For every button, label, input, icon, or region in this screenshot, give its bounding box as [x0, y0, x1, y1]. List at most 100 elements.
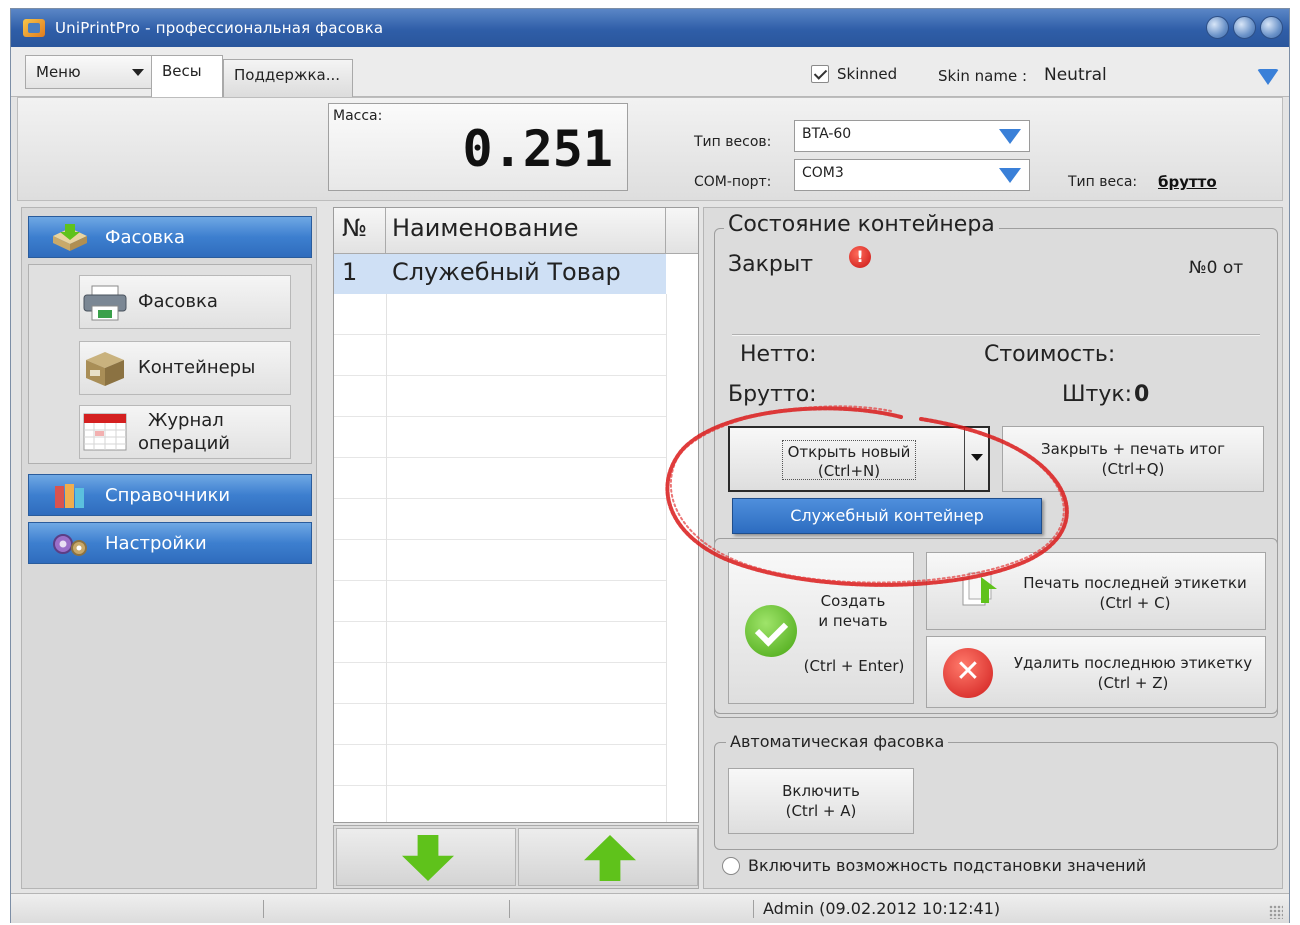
- sidebar-item-label: Контейнеры: [138, 357, 256, 379]
- skinned-label: Skinned: [837, 65, 898, 83]
- tab-support[interactable]: Поддержка...: [223, 59, 353, 97]
- skin-name-label: Skin name :: [938, 67, 1028, 85]
- mass-display: Масса: 0.251: [328, 103, 628, 191]
- divider: [732, 334, 1260, 336]
- skin-name-value: Neutral: [1044, 65, 1107, 85]
- tab-scales[interactable]: Весы: [151, 55, 223, 97]
- books-icon: [55, 484, 84, 508]
- table-row[interactable]: 1 Служебный Товар: [334, 254, 666, 294]
- close-print-label: Закрыть + печать итог: [1041, 440, 1225, 458]
- box-arrow-icon: [53, 224, 87, 251]
- scale-type-label: Тип весов:: [694, 134, 772, 150]
- weight-type-link[interactable]: брутто: [1158, 173, 1217, 191]
- sidebar-item-journal[interactable]: Журнал операций: [79, 405, 291, 459]
- app-logo-icon: [23, 19, 45, 37]
- warning-icon: !: [849, 246, 871, 268]
- window-title: UniPrintPro - профессиональная фасовка: [55, 19, 384, 37]
- app-window: UniPrintPro - профессиональная фасовка М…: [10, 8, 1290, 923]
- gross-label: Брутто:: [728, 382, 817, 407]
- skinned-checkbox[interactable]: [811, 65, 829, 83]
- journal-label-line1: Журнал: [148, 409, 224, 431]
- dropdown-arrow-icon: [999, 168, 1021, 183]
- dropdown-option-service-container[interactable]: Служебный контейнер: [732, 498, 1042, 534]
- open-new-focus: Открыть новый (Ctrl+N): [782, 440, 916, 480]
- sidebar-section-references[interactable]: Справочники: [28, 474, 312, 516]
- mass-label: Масса:: [333, 108, 383, 124]
- sidebar-item-packing[interactable]: Фасовка: [79, 275, 291, 329]
- scale-type-select[interactable]: BTA-60: [794, 120, 1030, 152]
- menu-dropdown[interactable]: Меню: [25, 55, 155, 89]
- sidebar-section-packing[interactable]: Фасовка: [28, 216, 312, 258]
- row-move-bar: [333, 825, 699, 889]
- create-print-hotkey: (Ctrl + Enter): [803, 657, 905, 675]
- open-new-label: Открыть новый: [787, 443, 911, 461]
- container-state-title: Состояние контейнера: [724, 212, 999, 237]
- cost-label: Стоимость:: [984, 342, 1116, 367]
- sidebar-section-label: Справочники: [105, 484, 231, 506]
- delete-last-label-button[interactable]: ✕ Удалить последнюю этикетку (Ctrl + Z): [926, 636, 1266, 708]
- sidebar-section-label: Фасовка: [105, 226, 185, 248]
- create-print-line1: Создать: [820, 592, 886, 610]
- enable-label: Включить: [782, 782, 860, 800]
- status-bar: Admin (09.02.2012 10:12:41): [11, 893, 1289, 923]
- delete-last-label: Удалить последнюю этикетку: [1013, 654, 1253, 672]
- com-port-label: COM-порт:: [694, 174, 772, 190]
- delete-x-icon: ✕: [943, 648, 993, 698]
- journal-label-line2: операций: [138, 433, 230, 454]
- table-header: № Наименование: [334, 208, 698, 254]
- create-print-text: Создать и печать: [803, 591, 903, 632]
- enable-hotkey: (Ctrl + A): [785, 802, 857, 821]
- title-bar: UniPrintPro - профессиональная фасовка: [11, 9, 1289, 47]
- container-box-icon: [86, 352, 124, 386]
- print-last-text: Печать последней этикетки (Ctrl + C): [1007, 573, 1263, 614]
- create-print-line2: и печать: [818, 612, 888, 631]
- skin-dropdown-icon[interactable]: [1257, 69, 1279, 85]
- print-last-hotkey: (Ctrl + C): [1099, 594, 1171, 613]
- maximize-button[interactable]: [1233, 16, 1256, 39]
- window-controls: [1206, 16, 1283, 39]
- product-table: № Наименование 1 Служебный Товар: [333, 207, 699, 823]
- create-and-print-button[interactable]: Создать и печать (Ctrl + Enter): [728, 552, 914, 704]
- sidebar-item-label: Фасовка: [138, 291, 218, 313]
- substitution-checkbox[interactable]: [722, 856, 740, 875]
- calendar-icon: [83, 413, 127, 451]
- move-down-button[interactable]: [336, 828, 516, 886]
- table-empty-rows: [334, 294, 666, 822]
- scale-type-value: BTA-60: [802, 126, 852, 142]
- delete-last-hotkey: (Ctrl + Z): [1097, 674, 1169, 693]
- weight-type-label: Тип веса:: [1068, 174, 1138, 190]
- status-user-time: Admin (09.02.2012 10:12:41): [763, 899, 1001, 918]
- com-port-value: COM3: [802, 165, 844, 181]
- minimize-button[interactable]: [1206, 16, 1229, 39]
- print-last-label: Печать последней этикетки: [1023, 574, 1247, 592]
- tab-strip: Меню Весы Поддержка... Skinned Skin name…: [11, 47, 1289, 97]
- column-header-number[interactable]: №: [334, 208, 386, 254]
- resize-grip-icon[interactable]: [1269, 905, 1283, 919]
- menu-label: Меню: [36, 63, 81, 81]
- column-header-name[interactable]: Наименование: [386, 208, 666, 254]
- open-new-dropdown-toggle[interactable]: [964, 428, 988, 490]
- print-label-icon: [962, 572, 997, 606]
- sidebar-item-containers[interactable]: Контейнеры: [79, 341, 291, 395]
- table-divider: [666, 294, 667, 822]
- arrow-up-icon: [584, 835, 636, 881]
- skinned-toggle[interactable]: Skinned: [811, 65, 897, 83]
- row-name-cell: Служебный Товар: [392, 258, 621, 286]
- close-button[interactable]: [1260, 16, 1283, 39]
- substitution-option[interactable]: Включить возможность подстановки значени…: [722, 856, 1146, 875]
- sidebar-section-settings[interactable]: Настройки: [28, 522, 312, 564]
- move-up-button[interactable]: [518, 828, 698, 886]
- dropdown-arrow-icon: [999, 129, 1021, 144]
- sidebar-item-label: Журнал операций: [138, 409, 230, 456]
- printer-icon: [83, 285, 127, 321]
- com-port-select[interactable]: COM3: [794, 159, 1030, 191]
- header-panel: Масса: 0.251 Тип весов: BTA-60 COM-порт:…: [17, 97, 1283, 201]
- sidebar-section-label: Настройки: [105, 532, 207, 554]
- net-label: Нетто:: [740, 342, 817, 367]
- open-new-container-button[interactable]: Открыть новый (Ctrl+N): [728, 426, 990, 492]
- sidebar-subitems: Фасовка Контейнеры Журнал операций: [28, 264, 312, 464]
- print-last-label-button[interactable]: Печать последней этикетки (Ctrl + C): [926, 552, 1266, 630]
- enable-auto-packing-button[interactable]: Включить (Ctrl + A): [728, 768, 914, 834]
- close-print-total-button[interactable]: Закрыть + печать итог (Ctrl+Q): [1002, 426, 1264, 492]
- row-number-cell: 1: [342, 258, 358, 286]
